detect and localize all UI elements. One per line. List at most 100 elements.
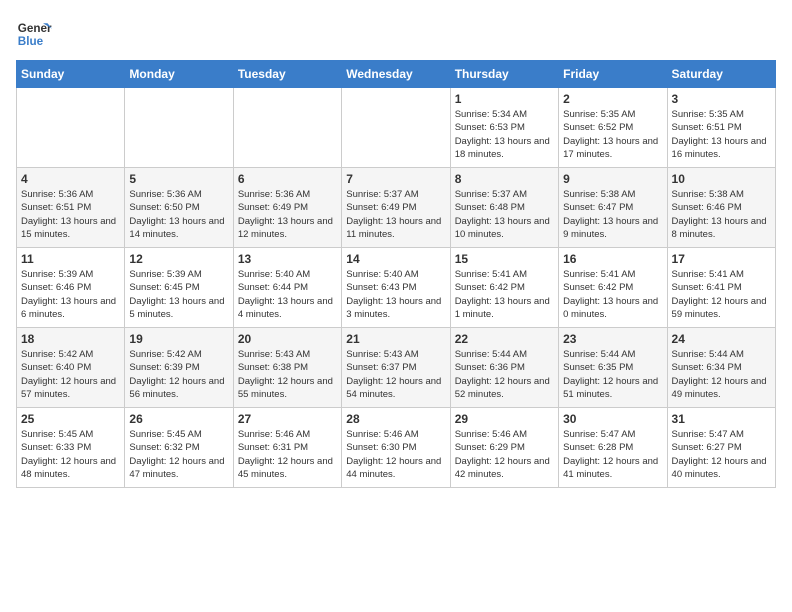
header-row: SundayMondayTuesdayWednesdayThursdayFrid…	[17, 61, 776, 88]
day-number: 31	[672, 412, 771, 426]
calendar-cell: 4 Sunrise: 5:36 AM Sunset: 6:51 PM Daylig…	[17, 168, 125, 248]
day-number: 25	[21, 412, 120, 426]
calendar-cell: 16Sunrise: 5:41 AM Sunset: 6:42 PM Dayli…	[559, 248, 667, 328]
day-info: Sunrise: 5:34 AM Sunset: 6:53 PM Dayligh…	[455, 108, 554, 161]
day-info: Sunrise: 5:39 AM Sunset: 6:46 PM Dayligh…	[21, 268, 120, 321]
calendar-cell: 20 Sunrise: 5:43 AM Sunset: 6:38 PM Dayli…	[233, 328, 341, 408]
calendar-cell: 19 Sunrise: 5:42 AM Sunset: 6:39 PM Dayli…	[125, 328, 233, 408]
day-number: 6	[238, 172, 337, 186]
day-number: 12	[129, 252, 228, 266]
week-row-1: 1 Sunrise: 5:34 AM Sunset: 6:53 PM Daylig…	[17, 88, 776, 168]
calendar-cell: 1 Sunrise: 5:34 AM Sunset: 6:53 PM Daylig…	[450, 88, 558, 168]
day-info: Sunrise: 5:46 AM Sunset: 6:31 PM Dayligh…	[238, 428, 337, 481]
calendar-cell: 5 Sunrise: 5:36 AM Sunset: 6:50 PM Daylig…	[125, 168, 233, 248]
day-info: Sunrise: 5:41 AM Sunset: 6:41 PM Dayligh…	[672, 268, 771, 321]
day-number: 1	[455, 92, 554, 106]
day-number: 24	[672, 332, 771, 346]
day-info: Sunrise: 5:40 AM Sunset: 6:44 PM Dayligh…	[238, 268, 337, 321]
calendar-cell: 18 Sunrise: 5:42 AM Sunset: 6:40 PM Dayli…	[17, 328, 125, 408]
calendar-cell: 7 Sunrise: 5:37 AM Sunset: 6:49 PM Daylig…	[342, 168, 450, 248]
day-number: 14	[346, 252, 445, 266]
logo-icon: General Blue	[16, 16, 52, 52]
col-header-monday: Monday	[125, 61, 233, 88]
day-number: 26	[129, 412, 228, 426]
day-number: 13	[238, 252, 337, 266]
col-header-tuesday: Tuesday	[233, 61, 341, 88]
day-info: Sunrise: 5:47 AM Sunset: 6:27 PM Dayligh…	[672, 428, 771, 481]
day-number: 2	[563, 92, 662, 106]
calendar-cell: 2 Sunrise: 5:35 AM Sunset: 6:52 PM Daylig…	[559, 88, 667, 168]
day-number: 27	[238, 412, 337, 426]
calendar-cell	[233, 88, 341, 168]
week-row-3: 11 Sunrise: 5:39 AM Sunset: 6:46 PM Dayli…	[17, 248, 776, 328]
day-number: 10	[672, 172, 771, 186]
calendar-cell: 14 Sunrise: 5:40 AM Sunset: 6:43 PM Dayli…	[342, 248, 450, 328]
day-number: 23	[563, 332, 662, 346]
day-info: Sunrise: 5:42 AM Sunset: 6:40 PM Dayligh…	[21, 348, 120, 401]
day-number: 19	[129, 332, 228, 346]
calendar-cell: 15 Sunrise: 5:41 AM Sunset: 6:42 PM Dayli…	[450, 248, 558, 328]
calendar-cell: 26Sunrise: 5:45 AM Sunset: 6:32 PM Dayli…	[125, 408, 233, 488]
day-number: 20	[238, 332, 337, 346]
calendar-cell: 12Sunrise: 5:39 AM Sunset: 6:45 PM Dayli…	[125, 248, 233, 328]
calendar-table: SundayMondayTuesdayWednesdayThursdayFrid…	[16, 60, 776, 488]
day-info: Sunrise: 5:41 AM Sunset: 6:42 PM Dayligh…	[455, 268, 554, 321]
calendar-cell: 24 Sunrise: 5:44 AM Sunset: 6:34 PM Dayli…	[667, 328, 775, 408]
calendar-cell: 6 Sunrise: 5:36 AM Sunset: 6:49 PM Daylig…	[233, 168, 341, 248]
day-number: 7	[346, 172, 445, 186]
calendar-cell: 3Sunrise: 5:35 AM Sunset: 6:51 PM Daylig…	[667, 88, 775, 168]
calendar-cell: 22 Sunrise: 5:44 AM Sunset: 6:36 PM Dayli…	[450, 328, 558, 408]
calendar-cell: 29 Sunrise: 5:46 AM Sunset: 6:29 PM Dayli…	[450, 408, 558, 488]
col-header-thursday: Thursday	[450, 61, 558, 88]
day-info: Sunrise: 5:42 AM Sunset: 6:39 PM Dayligh…	[129, 348, 228, 401]
day-info: Sunrise: 5:46 AM Sunset: 6:30 PM Dayligh…	[346, 428, 445, 481]
day-number: 8	[455, 172, 554, 186]
day-info: Sunrise: 5:35 AM Sunset: 6:52 PM Dayligh…	[563, 108, 662, 161]
calendar-cell: 11 Sunrise: 5:39 AM Sunset: 6:46 PM Dayli…	[17, 248, 125, 328]
day-number: 15	[455, 252, 554, 266]
day-info: Sunrise: 5:46 AM Sunset: 6:29 PM Dayligh…	[455, 428, 554, 481]
col-header-sunday: Sunday	[17, 61, 125, 88]
calendar-cell: 17 Sunrise: 5:41 AM Sunset: 6:41 PM Dayli…	[667, 248, 775, 328]
calendar-cell	[342, 88, 450, 168]
calendar-cell: 23 Sunrise: 5:44 AM Sunset: 6:35 PM Dayli…	[559, 328, 667, 408]
calendar-cell: 27 Sunrise: 5:46 AM Sunset: 6:31 PM Dayli…	[233, 408, 341, 488]
day-info: Sunrise: 5:44 AM Sunset: 6:34 PM Dayligh…	[672, 348, 771, 401]
day-info: Sunrise: 5:37 AM Sunset: 6:48 PM Dayligh…	[455, 188, 554, 241]
col-header-saturday: Saturday	[667, 61, 775, 88]
day-number: 16	[563, 252, 662, 266]
svg-text:Blue: Blue	[18, 35, 44, 48]
day-info: Sunrise: 5:37 AM Sunset: 6:49 PM Dayligh…	[346, 188, 445, 241]
day-info: Sunrise: 5:36 AM Sunset: 6:51 PM Dayligh…	[21, 188, 120, 241]
day-info: Sunrise: 5:45 AM Sunset: 6:33 PM Dayligh…	[21, 428, 120, 481]
day-info: Sunrise: 5:35 AM Sunset: 6:51 PM Dayligh…	[672, 108, 771, 161]
calendar-cell: 30Sunrise: 5:47 AM Sunset: 6:28 PM Dayli…	[559, 408, 667, 488]
calendar-cell: 13 Sunrise: 5:40 AM Sunset: 6:44 PM Dayli…	[233, 248, 341, 328]
day-number: 18	[21, 332, 120, 346]
day-number: 29	[455, 412, 554, 426]
calendar-cell: 28 Sunrise: 5:46 AM Sunset: 6:30 PM Dayli…	[342, 408, 450, 488]
day-info: Sunrise: 5:36 AM Sunset: 6:50 PM Dayligh…	[129, 188, 228, 241]
day-info: Sunrise: 5:43 AM Sunset: 6:38 PM Dayligh…	[238, 348, 337, 401]
day-number: 11	[21, 252, 120, 266]
week-row-4: 18 Sunrise: 5:42 AM Sunset: 6:40 PM Dayli…	[17, 328, 776, 408]
day-number: 28	[346, 412, 445, 426]
day-number: 17	[672, 252, 771, 266]
day-info: Sunrise: 5:43 AM Sunset: 6:37 PM Dayligh…	[346, 348, 445, 401]
calendar-cell: 10Sunrise: 5:38 AM Sunset: 6:46 PM Dayli…	[667, 168, 775, 248]
day-info: Sunrise: 5:44 AM Sunset: 6:36 PM Dayligh…	[455, 348, 554, 401]
day-info: Sunrise: 5:40 AM Sunset: 6:43 PM Dayligh…	[346, 268, 445, 321]
week-row-5: 25 Sunrise: 5:45 AM Sunset: 6:33 PM Dayli…	[17, 408, 776, 488]
day-number: 5	[129, 172, 228, 186]
day-number: 4	[21, 172, 120, 186]
col-header-friday: Friday	[559, 61, 667, 88]
day-number: 22	[455, 332, 554, 346]
col-header-wednesday: Wednesday	[342, 61, 450, 88]
header: General Blue	[16, 16, 776, 52]
day-info: Sunrise: 5:36 AM Sunset: 6:49 PM Dayligh…	[238, 188, 337, 241]
day-info: Sunrise: 5:47 AM Sunset: 6:28 PM Dayligh…	[563, 428, 662, 481]
week-row-2: 4 Sunrise: 5:36 AM Sunset: 6:51 PM Daylig…	[17, 168, 776, 248]
day-info: Sunrise: 5:44 AM Sunset: 6:35 PM Dayligh…	[563, 348, 662, 401]
logo: General Blue	[16, 16, 52, 52]
day-number: 9	[563, 172, 662, 186]
